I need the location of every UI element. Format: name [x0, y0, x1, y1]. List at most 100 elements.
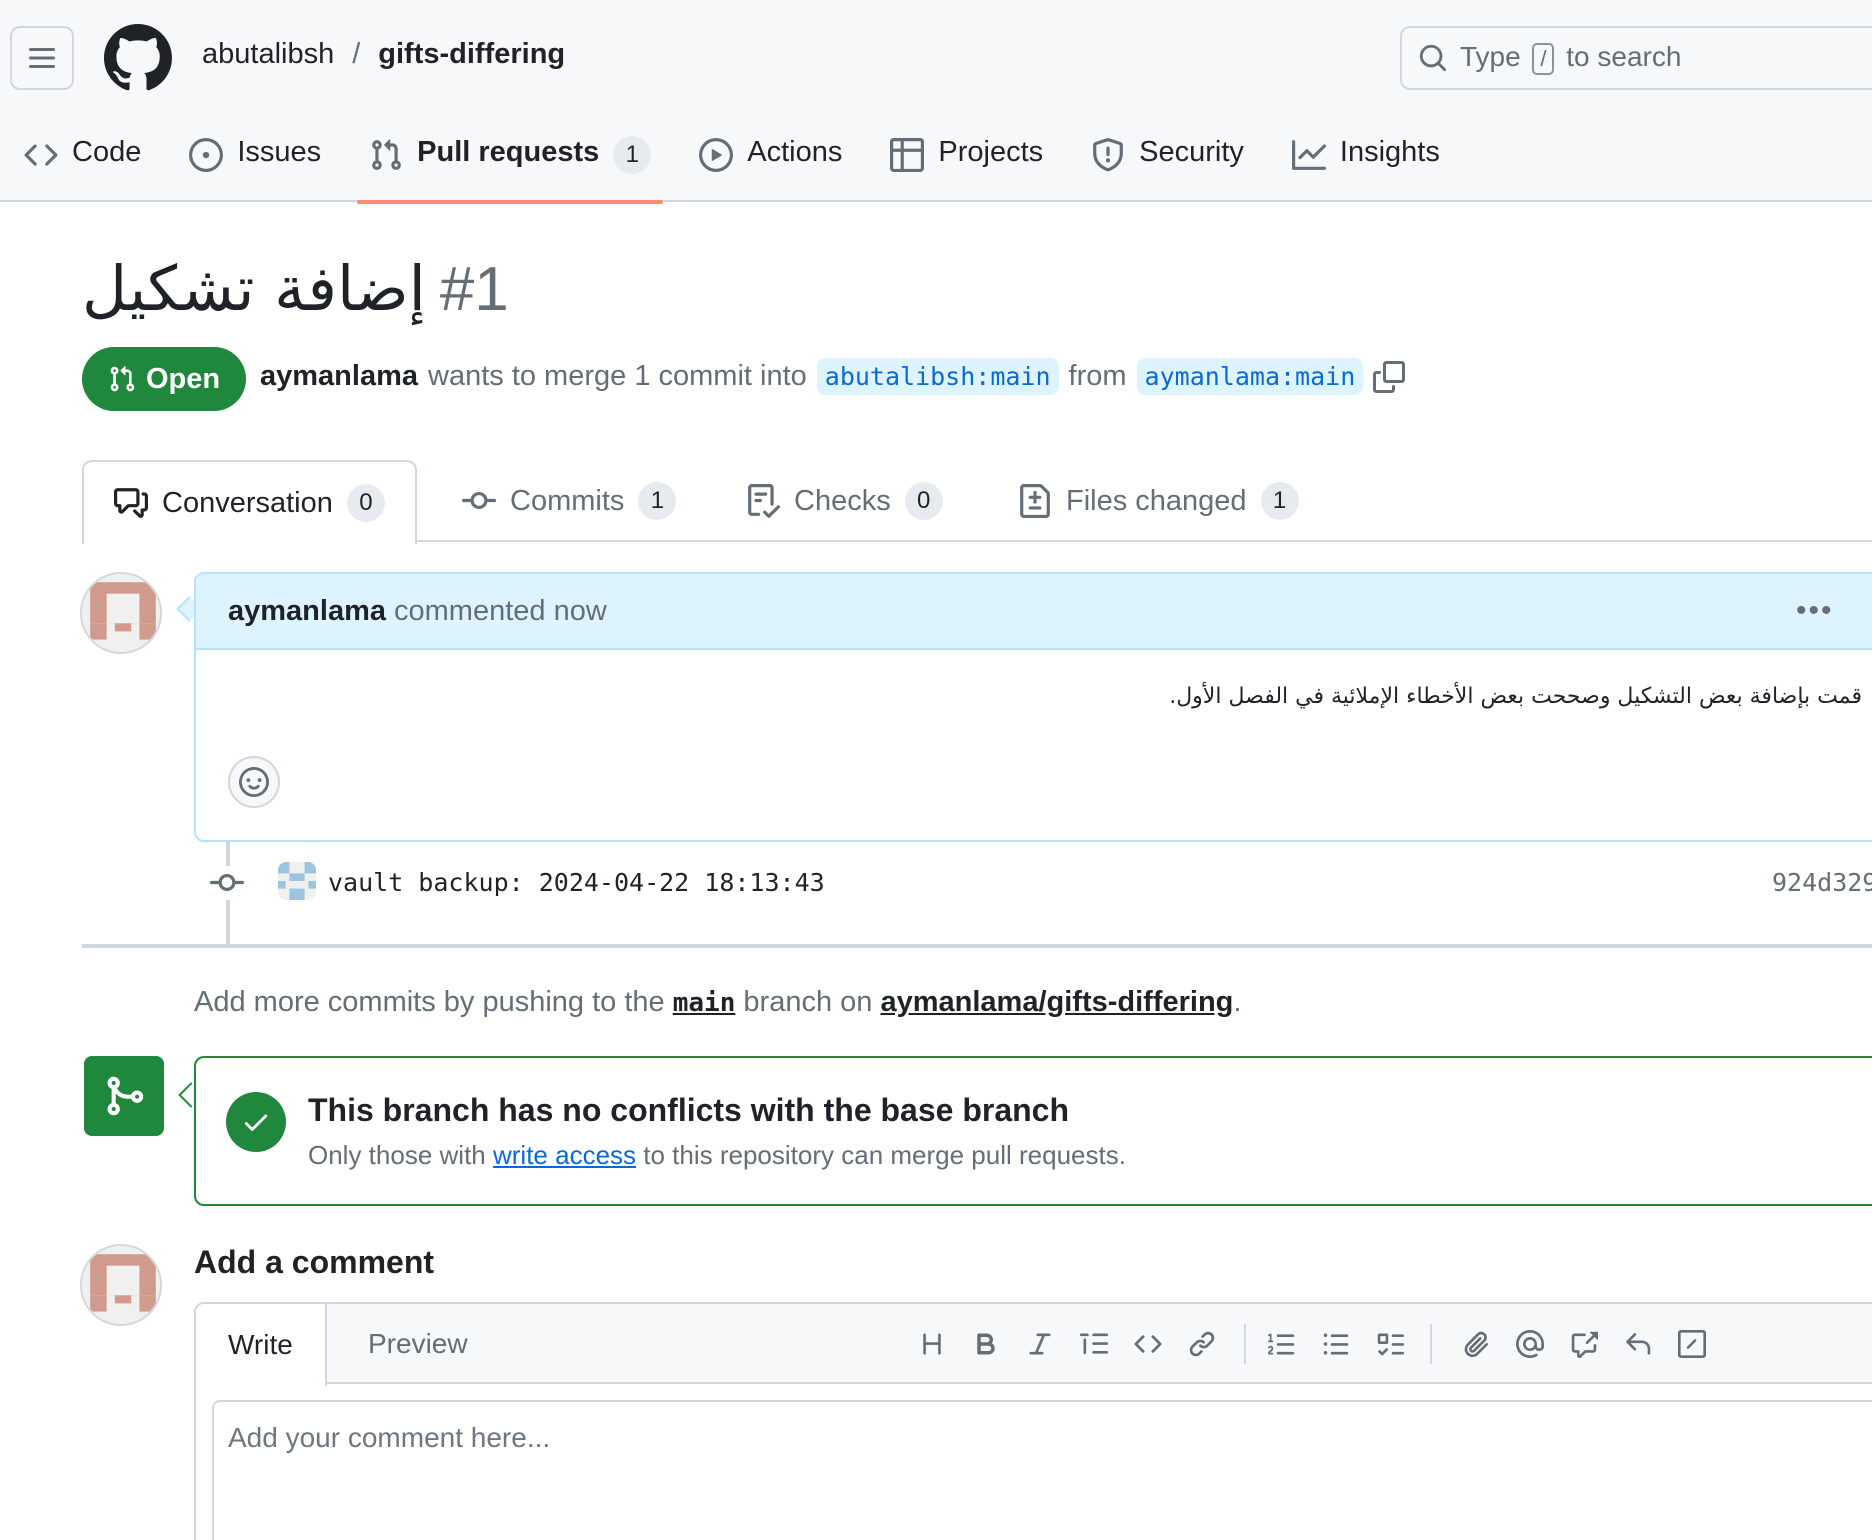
- nav-tab-label: Security: [1139, 136, 1244, 168]
- pr-merge-text: wants to merge 1 commit into: [428, 360, 807, 392]
- avatar[interactable]: [80, 572, 162, 654]
- tab-preview[interactable]: Preview: [336, 1304, 500, 1384]
- unordered-list-button[interactable]: [1318, 1326, 1354, 1362]
- tab-label: Conversation: [162, 486, 333, 519]
- tab-write[interactable]: Write: [196, 1304, 327, 1386]
- push-hint-branch[interactable]: main: [673, 988, 736, 1018]
- nav-tab-actions[interactable]: Actions: [675, 126, 866, 202]
- repo-owner-link[interactable]: abutalibsh: [202, 38, 334, 71]
- pr-number: #1: [439, 255, 509, 324]
- tab-conversation[interactable]: Conversation 0: [82, 460, 417, 544]
- quote-button[interactable]: [1076, 1326, 1112, 1362]
- kebab-horizontal-icon[interactable]: •••: [1796, 594, 1834, 628]
- tab-commits[interactable]: Commits 1: [462, 460, 677, 542]
- italic-icon: [1029, 1333, 1051, 1355]
- smiley-icon: [239, 767, 269, 797]
- comment-body: قمت بإضافة بعض التشكيل وصححت بعض الأخطاء…: [1169, 684, 1862, 709]
- pr-author-link[interactable]: aymanlama: [260, 360, 418, 393]
- toolbar-divider: [1244, 1324, 1246, 1364]
- nav-tab-security[interactable]: Security: [1067, 126, 1268, 202]
- push-hint-period: .: [1233, 986, 1242, 1018]
- nav-tab-pull-requests[interactable]: Pull requests 1: [345, 126, 675, 204]
- mention-icon: [1516, 1330, 1544, 1358]
- code-button[interactable]: [1130, 1326, 1166, 1362]
- base-branch-tag[interactable]: abutalibsh:main: [816, 358, 1059, 395]
- nav-tab-issues[interactable]: Issues: [165, 126, 345, 202]
- slash-commands-icon: [1678, 1330, 1706, 1358]
- add-reaction-button[interactable]: [228, 756, 280, 808]
- github-logo-icon[interactable]: [104, 24, 172, 92]
- commit-author-avatar[interactable]: [278, 862, 316, 900]
- push-hint-text: Add more commits by pushing to the: [194, 986, 665, 1018]
- comment-author-link[interactable]: aymanlama: [228, 595, 386, 628]
- checklist-icon: [748, 484, 780, 518]
- push-hint-repo-link[interactable]: aymanlama/gifts-differing: [880, 986, 1233, 1018]
- merge-status-icon-box: [84, 1056, 164, 1136]
- code-icon: [1134, 1335, 1162, 1353]
- attach-file-button[interactable]: [1458, 1326, 1494, 1362]
- italic-button[interactable]: [1022, 1326, 1058, 1362]
- avatar[interactable]: [80, 1244, 162, 1326]
- git-commit-icon: [210, 866, 244, 900]
- hamburger-menu-button[interactable]: [10, 26, 74, 90]
- commit-sha-link[interactable]: 924d329: [1772, 868, 1872, 897]
- nav-tab-label: Projects: [938, 136, 1044, 168]
- git-commit-icon: [462, 491, 496, 509]
- breadcrumb-separator: /: [352, 38, 361, 70]
- nav-tab-insights[interactable]: Insights: [1268, 126, 1464, 202]
- pr-state-label: Open: [146, 362, 221, 395]
- list-unordered-icon: [1323, 1333, 1349, 1355]
- write-access-link[interactable]: write access: [493, 1140, 636, 1170]
- play-icon: [699, 138, 734, 172]
- heading-button[interactable]: [914, 1326, 950, 1362]
- mention-button[interactable]: [1512, 1326, 1548, 1362]
- nav-tab-label: Actions: [747, 136, 843, 168]
- head-branch-tag[interactable]: aymanlama:main: [1136, 358, 1364, 395]
- bold-button[interactable]: [968, 1326, 1004, 1362]
- tasklist-icon: [1377, 1333, 1404, 1356]
- identicon-avatar-image: [82, 574, 160, 652]
- merge-status-box: This branch has no conflicts with the ba…: [194, 1056, 1872, 1206]
- repo-name-link[interactable]: gifts-differing: [378, 38, 565, 71]
- timeline-divider: [82, 944, 1872, 948]
- pr-from-text: from: [1068, 360, 1127, 392]
- shield-icon: [1093, 138, 1124, 172]
- list-ordered-icon: [1268, 1333, 1295, 1355]
- reference-button[interactable]: [1566, 1326, 1602, 1362]
- issue-opened-icon: [189, 138, 224, 172]
- pr-meta: aymanlama wants to merge 1 commit into a…: [260, 358, 1406, 395]
- comment-header: aymanlama commented now: [196, 574, 1872, 650]
- heading-icon: [923, 1333, 941, 1355]
- link-button[interactable]: [1184, 1326, 1220, 1362]
- nav-tab-projects[interactable]: Projects: [866, 126, 1067, 202]
- comment-discussion-icon: [114, 488, 148, 518]
- repo-nav: Code Issues Pull requests 1 Actions Proj…: [0, 126, 1464, 204]
- task-list-button[interactable]: [1372, 1326, 1408, 1362]
- merge-status-text: Only those with: [308, 1140, 486, 1170]
- ordered-list-button[interactable]: [1264, 1326, 1300, 1362]
- saved-reply-button[interactable]: [1620, 1326, 1656, 1362]
- merge-status-text: to this repository can merge pull reques…: [643, 1140, 1126, 1170]
- tab-label: Commits: [510, 484, 625, 517]
- slash-commands-button[interactable]: [1674, 1326, 1710, 1362]
- search-icon: [1419, 44, 1447, 72]
- commit-message-link[interactable]: vault backup: 2024-04-22 18:13:43: [328, 868, 825, 897]
- search-input[interactable]: Type / to search: [1400, 26, 1872, 90]
- nav-tab-code[interactable]: Code: [0, 126, 165, 202]
- comment-action-text: commented now: [394, 594, 607, 627]
- pull-requests-count-badge: 1: [613, 136, 652, 174]
- cross-reference-icon: [1571, 1331, 1598, 1358]
- copy-icon[interactable]: [1373, 360, 1406, 393]
- tab-label: Files changed: [1066, 484, 1247, 517]
- search-placeholder-prefix: Type: [1460, 41, 1521, 72]
- nav-tab-label: Issues: [237, 136, 322, 168]
- hamburger-icon: [29, 48, 55, 68]
- tab-checks[interactable]: Checks 0: [746, 460, 943, 542]
- pr-title: إضافة تشكيل #1: [82, 252, 509, 325]
- comment-textarea[interactable]: [212, 1400, 1872, 1540]
- timeline-commit-item: vault backup: 2024-04-22 18:13:43 924d32…: [210, 862, 1872, 902]
- tab-count: 0: [904, 482, 943, 520]
- check-icon: [244, 1114, 268, 1131]
- toolbar-divider: [1430, 1324, 1432, 1364]
- tab-files-changed[interactable]: Files changed 1: [1018, 460, 1299, 542]
